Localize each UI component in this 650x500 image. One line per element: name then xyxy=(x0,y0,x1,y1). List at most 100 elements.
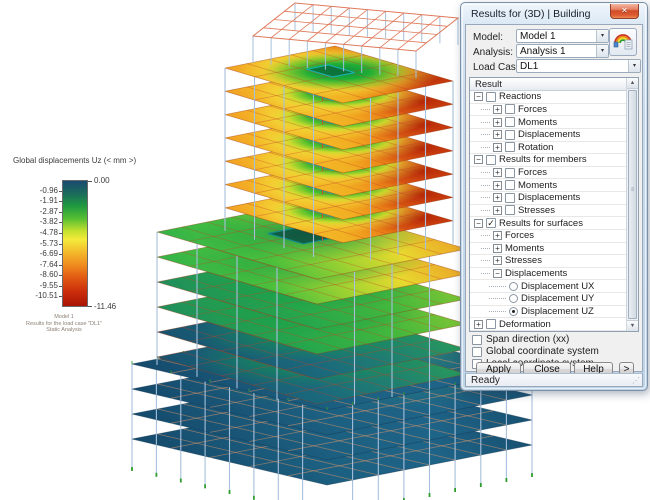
checkbox-icon[interactable] xyxy=(505,193,515,203)
legend-tick-mark xyxy=(59,265,62,266)
legend-settings-button[interactable] xyxy=(609,28,637,56)
expand-icon[interactable]: + xyxy=(493,256,502,265)
chevron-down-icon[interactable]: ▾ xyxy=(596,45,608,57)
legend-tick-label: -9.55 xyxy=(18,282,58,290)
tree-row-deformation[interactable]: + Deformation xyxy=(470,318,626,331)
checkbox-icon[interactable] xyxy=(472,335,482,345)
dialog-client-area: Model: Analysis: Load Case: Model 1 ▾ An… xyxy=(465,24,643,372)
expand-icon[interactable]: + xyxy=(493,181,502,190)
checkbox-icon[interactable] xyxy=(505,130,515,140)
tree-connector xyxy=(481,185,490,186)
collapse-icon[interactable]: − xyxy=(474,219,483,228)
results-dialog: Results for (3D) | Building ✕ Model: Ana… xyxy=(460,2,648,391)
tree-row-stresses[interactable]: + Stresses xyxy=(470,205,626,218)
tree-row-displacements[interactable]: +Displacements xyxy=(470,192,626,205)
tree-row-reactions[interactable]: −Reactions xyxy=(470,91,626,104)
checkbox-icon[interactable] xyxy=(505,180,515,190)
expand-icon[interactable]: + xyxy=(493,168,502,177)
tree-row-rotation[interactable]: +Rotation xyxy=(470,142,626,155)
collapse-icon[interactable]: − xyxy=(493,269,502,278)
collapse-icon[interactable]: − xyxy=(474,92,483,101)
expand-icon[interactable]: + xyxy=(493,130,502,139)
scroll-down-icon[interactable]: ▼ xyxy=(627,320,638,331)
scroll-up-icon[interactable]: ▲ xyxy=(627,78,638,89)
result-tree: Result −Reactions+Forces+Moments+Displac… xyxy=(469,77,639,332)
checkbox-icon[interactable] xyxy=(472,347,482,357)
close-icon[interactable]: ✕ xyxy=(610,4,639,19)
expand-icon[interactable]: + xyxy=(493,118,502,127)
option-span-direction[interactable]: Span direction (xx) xyxy=(472,334,569,345)
expand-icon[interactable]: + xyxy=(493,193,502,202)
checkbox-icon[interactable] xyxy=(505,168,515,178)
expand-icon[interactable]: + xyxy=(493,105,502,114)
radio-icon[interactable] xyxy=(509,307,518,316)
checkbox-icon[interactable] xyxy=(505,117,515,127)
expand-icon[interactable]: + xyxy=(493,244,502,253)
expand-icon[interactable]: + xyxy=(474,320,483,329)
option-global-coordinate-system[interactable]: Global coordinate system xyxy=(472,346,599,357)
tree-connector xyxy=(489,311,506,312)
tree-row-label: Deformation xyxy=(499,319,551,330)
tree-row-label: Results for members xyxy=(499,154,587,165)
checkbox-icon[interactable] xyxy=(505,104,515,114)
tree-connector xyxy=(481,134,490,135)
radio-icon[interactable] xyxy=(509,282,518,291)
legend-tick-label: -8.60 xyxy=(18,271,58,279)
tree-row-moments[interactable]: + Moments xyxy=(470,179,626,192)
legend-tick-mark xyxy=(59,254,62,255)
radio-icon[interactable] xyxy=(509,294,518,303)
analysis-select[interactable]: Analysis 1 ▾ xyxy=(516,44,609,58)
checkbox-icon[interactable] xyxy=(486,319,496,329)
checkbox-icon[interactable] xyxy=(486,155,496,165)
tree-row-stresses[interactable]: +Stresses xyxy=(470,255,626,268)
tree-row-forces[interactable]: +Forces xyxy=(470,230,626,243)
tree-row-displacements[interactable]: −Displacements xyxy=(470,268,626,281)
checkbox-icon[interactable] xyxy=(486,92,496,102)
legend-tick-label: -0.96 xyxy=(18,187,58,195)
loadcase-select[interactable]: DL1 ▾ xyxy=(516,59,641,73)
tree-row-label: Stresses xyxy=(518,205,555,216)
tree-row-label: Moments xyxy=(505,243,544,254)
tree-connector xyxy=(481,210,490,211)
analysis-label: Analysis: xyxy=(473,47,513,58)
checkbox-icon[interactable] xyxy=(505,205,515,215)
tree-connector xyxy=(481,235,490,236)
expand-icon[interactable]: + xyxy=(493,143,502,152)
tree-row-results-for-surfaces[interactable]: −✓Results for surfaces xyxy=(470,217,626,230)
tree-connector xyxy=(489,298,506,299)
legend-tick-label: -10.51 xyxy=(18,292,58,300)
tree-row-results-for-members[interactable]: − Results for members xyxy=(470,154,626,167)
tree-row-displacement-ux[interactable]: Displacement UX xyxy=(470,280,626,293)
tree-row-forces[interactable]: +Forces xyxy=(470,167,626,180)
legend-tick-mark xyxy=(88,181,92,182)
scrollbar-thumb[interactable]: ≡ xyxy=(628,90,637,319)
expand-icon[interactable]: + xyxy=(493,231,502,240)
checkbox-icon[interactable] xyxy=(505,142,515,152)
tree-row-moments[interactable]: +Moments xyxy=(470,243,626,256)
legend-tick-mark xyxy=(88,306,92,307)
legend-tick-mark xyxy=(59,244,62,245)
tree-row-displacement-uy[interactable]: Displacement UY xyxy=(470,293,626,306)
model-select[interactable]: Model 1 ▾ xyxy=(516,29,609,43)
legend-tick-label: -5.73 xyxy=(18,240,58,248)
expand-icon[interactable]: + xyxy=(493,206,502,215)
tree-row-label: Forces xyxy=(505,230,534,241)
tree-row-displacement-uz[interactable]: Displacement UZ xyxy=(470,306,626,319)
legend-tick-label: -2.87 xyxy=(18,208,58,216)
tree-connector xyxy=(481,147,490,148)
legend-tick-label: -1.91 xyxy=(18,197,58,205)
dialog-status-bar: Ready ⋰ xyxy=(465,373,643,387)
checkbox-icon[interactable]: ✓ xyxy=(486,218,496,228)
collapse-icon[interactable]: − xyxy=(474,155,483,164)
tree-row-displacements[interactable]: +Displacements xyxy=(470,129,626,142)
tree-row-moments[interactable]: +Moments xyxy=(470,116,626,129)
tree-row-forces[interactable]: +Forces xyxy=(470,104,626,117)
legend-tick-mark xyxy=(59,233,62,234)
tree-scrollbar[interactable]: ▲ ≡ ▼ xyxy=(626,78,638,331)
legend-tick-mark xyxy=(59,201,62,202)
tree-row-label: Moments xyxy=(518,180,557,191)
resize-grip-icon[interactable]: ⋰ xyxy=(632,377,640,385)
legend-tick-mark xyxy=(59,191,62,192)
chevron-down-icon[interactable]: ▾ xyxy=(628,60,640,72)
chevron-down-icon[interactable]: ▾ xyxy=(596,30,608,42)
